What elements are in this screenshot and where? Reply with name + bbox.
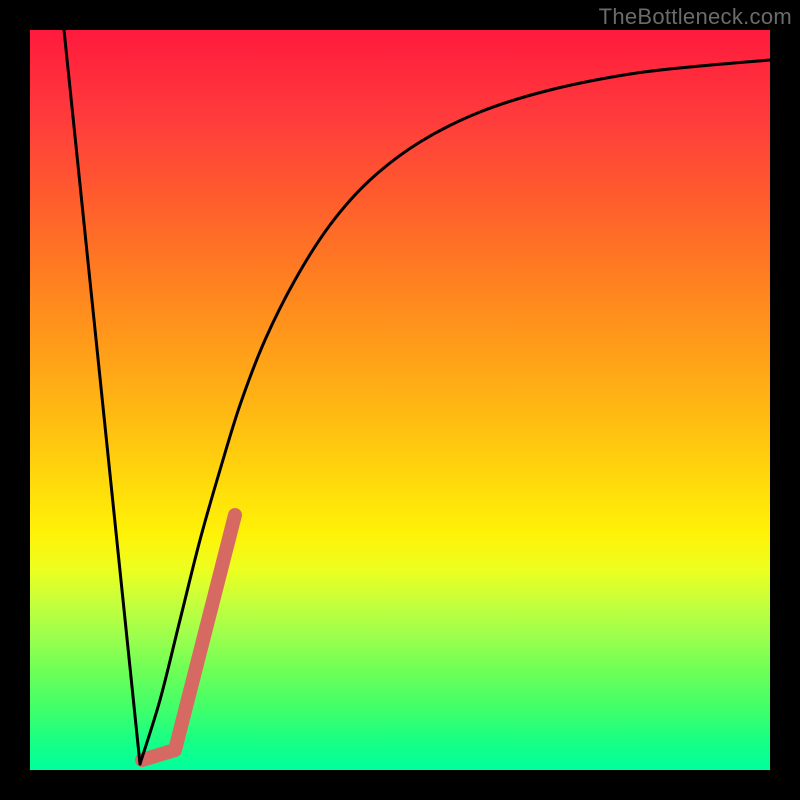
watermark-text: TheBottleneck.com [599,4,792,30]
chart-stage: TheBottleneck.com [0,0,800,800]
plot-area [30,30,770,770]
left-descending-line [64,30,140,764]
curves-svg [30,30,770,770]
right-asymptote-curve [140,60,770,764]
highlight-segment [142,515,235,760]
